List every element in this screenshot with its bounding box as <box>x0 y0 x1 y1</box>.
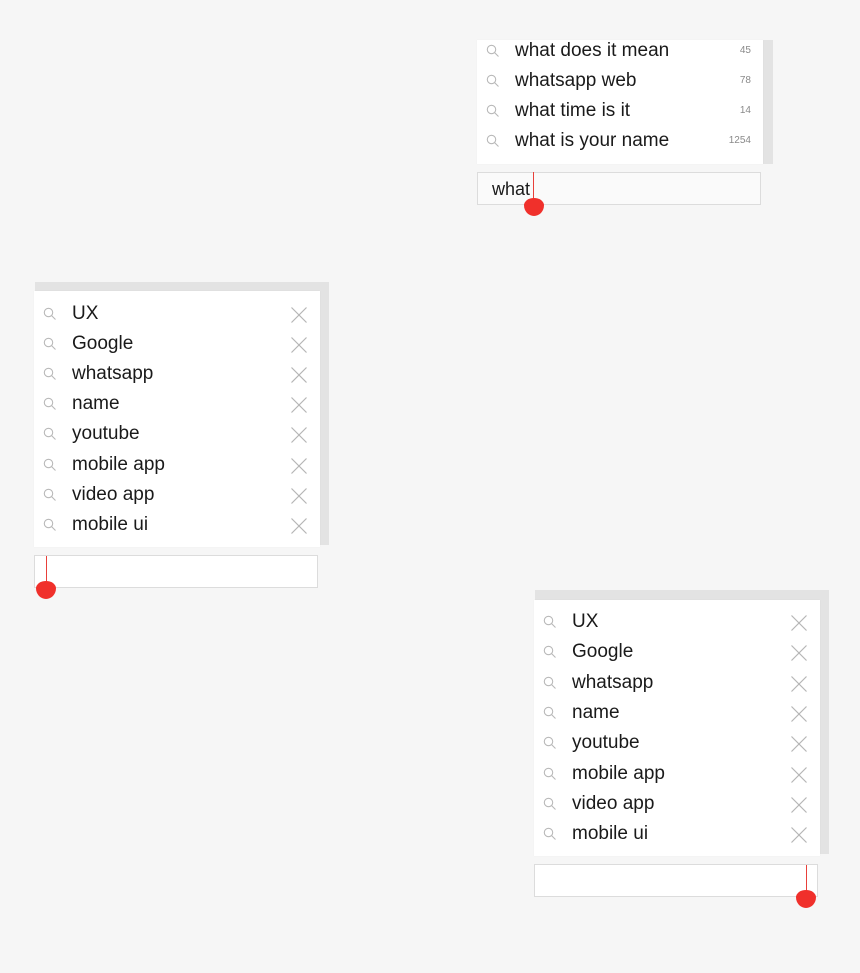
search-icon <box>543 645 556 658</box>
close-icon[interactable] <box>790 675 808 693</box>
history-label: youtube <box>72 423 140 444</box>
cursor-handle[interactable] <box>36 581 56 599</box>
history-label: mobile ui <box>572 823 649 844</box>
search-icon <box>486 104 499 117</box>
search-icon <box>43 337 56 350</box>
close-icon[interactable] <box>290 366 308 384</box>
search-icon <box>543 676 556 689</box>
history-item[interactable]: mobile app <box>34 450 320 480</box>
history-item[interactable]: name <box>534 698 820 728</box>
suggestion-item[interactable]: what time is it 14 <box>477 96 763 126</box>
close-icon[interactable] <box>290 426 308 444</box>
suggestion-item[interactable]: whatsapp web 78 <box>477 66 763 96</box>
history-label: video app <box>572 793 655 814</box>
search-icon <box>43 397 56 410</box>
history-item[interactable]: whatsapp <box>534 668 820 698</box>
history-item[interactable]: mobile ui <box>534 819 820 849</box>
close-icon[interactable] <box>290 336 308 354</box>
search-icon <box>543 797 556 810</box>
close-icon[interactable] <box>290 306 308 324</box>
history-item[interactable]: UX <box>34 299 320 329</box>
history-list: UX Google whatsapp name youtube mobile a… <box>534 600 820 856</box>
close-icon[interactable] <box>790 766 808 784</box>
history-label: Google <box>572 641 634 662</box>
close-icon[interactable] <box>790 796 808 814</box>
history-label: whatsapp <box>572 672 654 693</box>
search-icon <box>543 706 556 719</box>
history-item[interactable]: video app <box>34 480 320 510</box>
close-icon[interactable] <box>290 396 308 414</box>
close-icon[interactable] <box>790 826 808 844</box>
search-icon <box>543 767 556 780</box>
search-icon <box>43 367 56 380</box>
cursor-handle[interactable] <box>524 198 544 216</box>
cursor-handle[interactable] <box>796 890 816 908</box>
search-input-value: what <box>492 179 531 199</box>
history-item[interactable]: Google <box>34 329 320 359</box>
close-icon[interactable] <box>290 457 308 475</box>
search-input[interactable] <box>534 864 818 897</box>
search-icon <box>43 518 56 531</box>
history-label: UX <box>72 303 99 324</box>
close-icon[interactable] <box>290 487 308 505</box>
search-icon <box>543 615 556 628</box>
search-input[interactable] <box>34 555 318 588</box>
history-label: name <box>572 702 620 723</box>
search-icon <box>543 736 556 749</box>
history-label: video app <box>72 484 155 505</box>
history-label: mobile app <box>72 454 165 475</box>
suggestion-item[interactable]: what is your name 1254 <box>477 126 763 156</box>
history-item[interactable]: youtube <box>34 419 320 449</box>
suggestion-count: 78 <box>739 75 751 86</box>
suggestion-count: 1254 <box>728 135 751 146</box>
search-icon <box>43 427 56 440</box>
search-icon <box>486 44 499 57</box>
history-label: UX <box>572 611 599 632</box>
search-icon <box>486 74 499 87</box>
history-item[interactable]: mobile app <box>534 759 820 789</box>
panel-shadow <box>763 40 773 164</box>
suggestion-item[interactable]: what does it mean 45 <box>477 36 763 66</box>
history-item[interactable]: UX <box>534 607 820 637</box>
history-label: youtube <box>572 732 640 753</box>
history-item[interactable]: video app <box>534 789 820 819</box>
history-item[interactable]: Google <box>534 637 820 667</box>
close-icon[interactable] <box>290 517 308 535</box>
history-label: mobile ui <box>72 514 149 535</box>
history-label: name <box>72 393 120 414</box>
history-label: Google <box>72 333 134 354</box>
close-icon[interactable] <box>790 705 808 723</box>
close-icon[interactable] <box>790 735 808 753</box>
close-icon[interactable] <box>790 644 808 662</box>
suggestion-label: what is your name <box>515 130 670 151</box>
suggestion-count: 45 <box>739 45 751 56</box>
history-item[interactable]: mobile ui <box>34 510 320 540</box>
history-item[interactable]: youtube <box>534 728 820 758</box>
history-item[interactable]: name <box>34 389 320 419</box>
search-icon <box>543 827 556 840</box>
suggestion-label: what does it mean <box>515 40 670 61</box>
history-item[interactable]: whatsapp <box>34 359 320 389</box>
search-icon <box>486 134 499 147</box>
suggestion-label: whatsapp web <box>515 70 637 91</box>
close-icon[interactable] <box>790 614 808 632</box>
search-icon <box>43 307 56 320</box>
history-list: UX Google whatsapp name youtube mobile a… <box>34 291 320 547</box>
history-label: whatsapp <box>72 363 154 384</box>
suggestion-label: what time is it <box>515 100 631 121</box>
history-label: mobile app <box>572 763 665 784</box>
search-icon <box>43 488 56 501</box>
suggestion-count: 14 <box>739 105 751 116</box>
suggestion-list: what does it mean 45 whatsapp web 78 wha… <box>477 40 763 164</box>
search-input[interactable]: what <box>477 172 761 205</box>
search-icon <box>43 458 56 471</box>
